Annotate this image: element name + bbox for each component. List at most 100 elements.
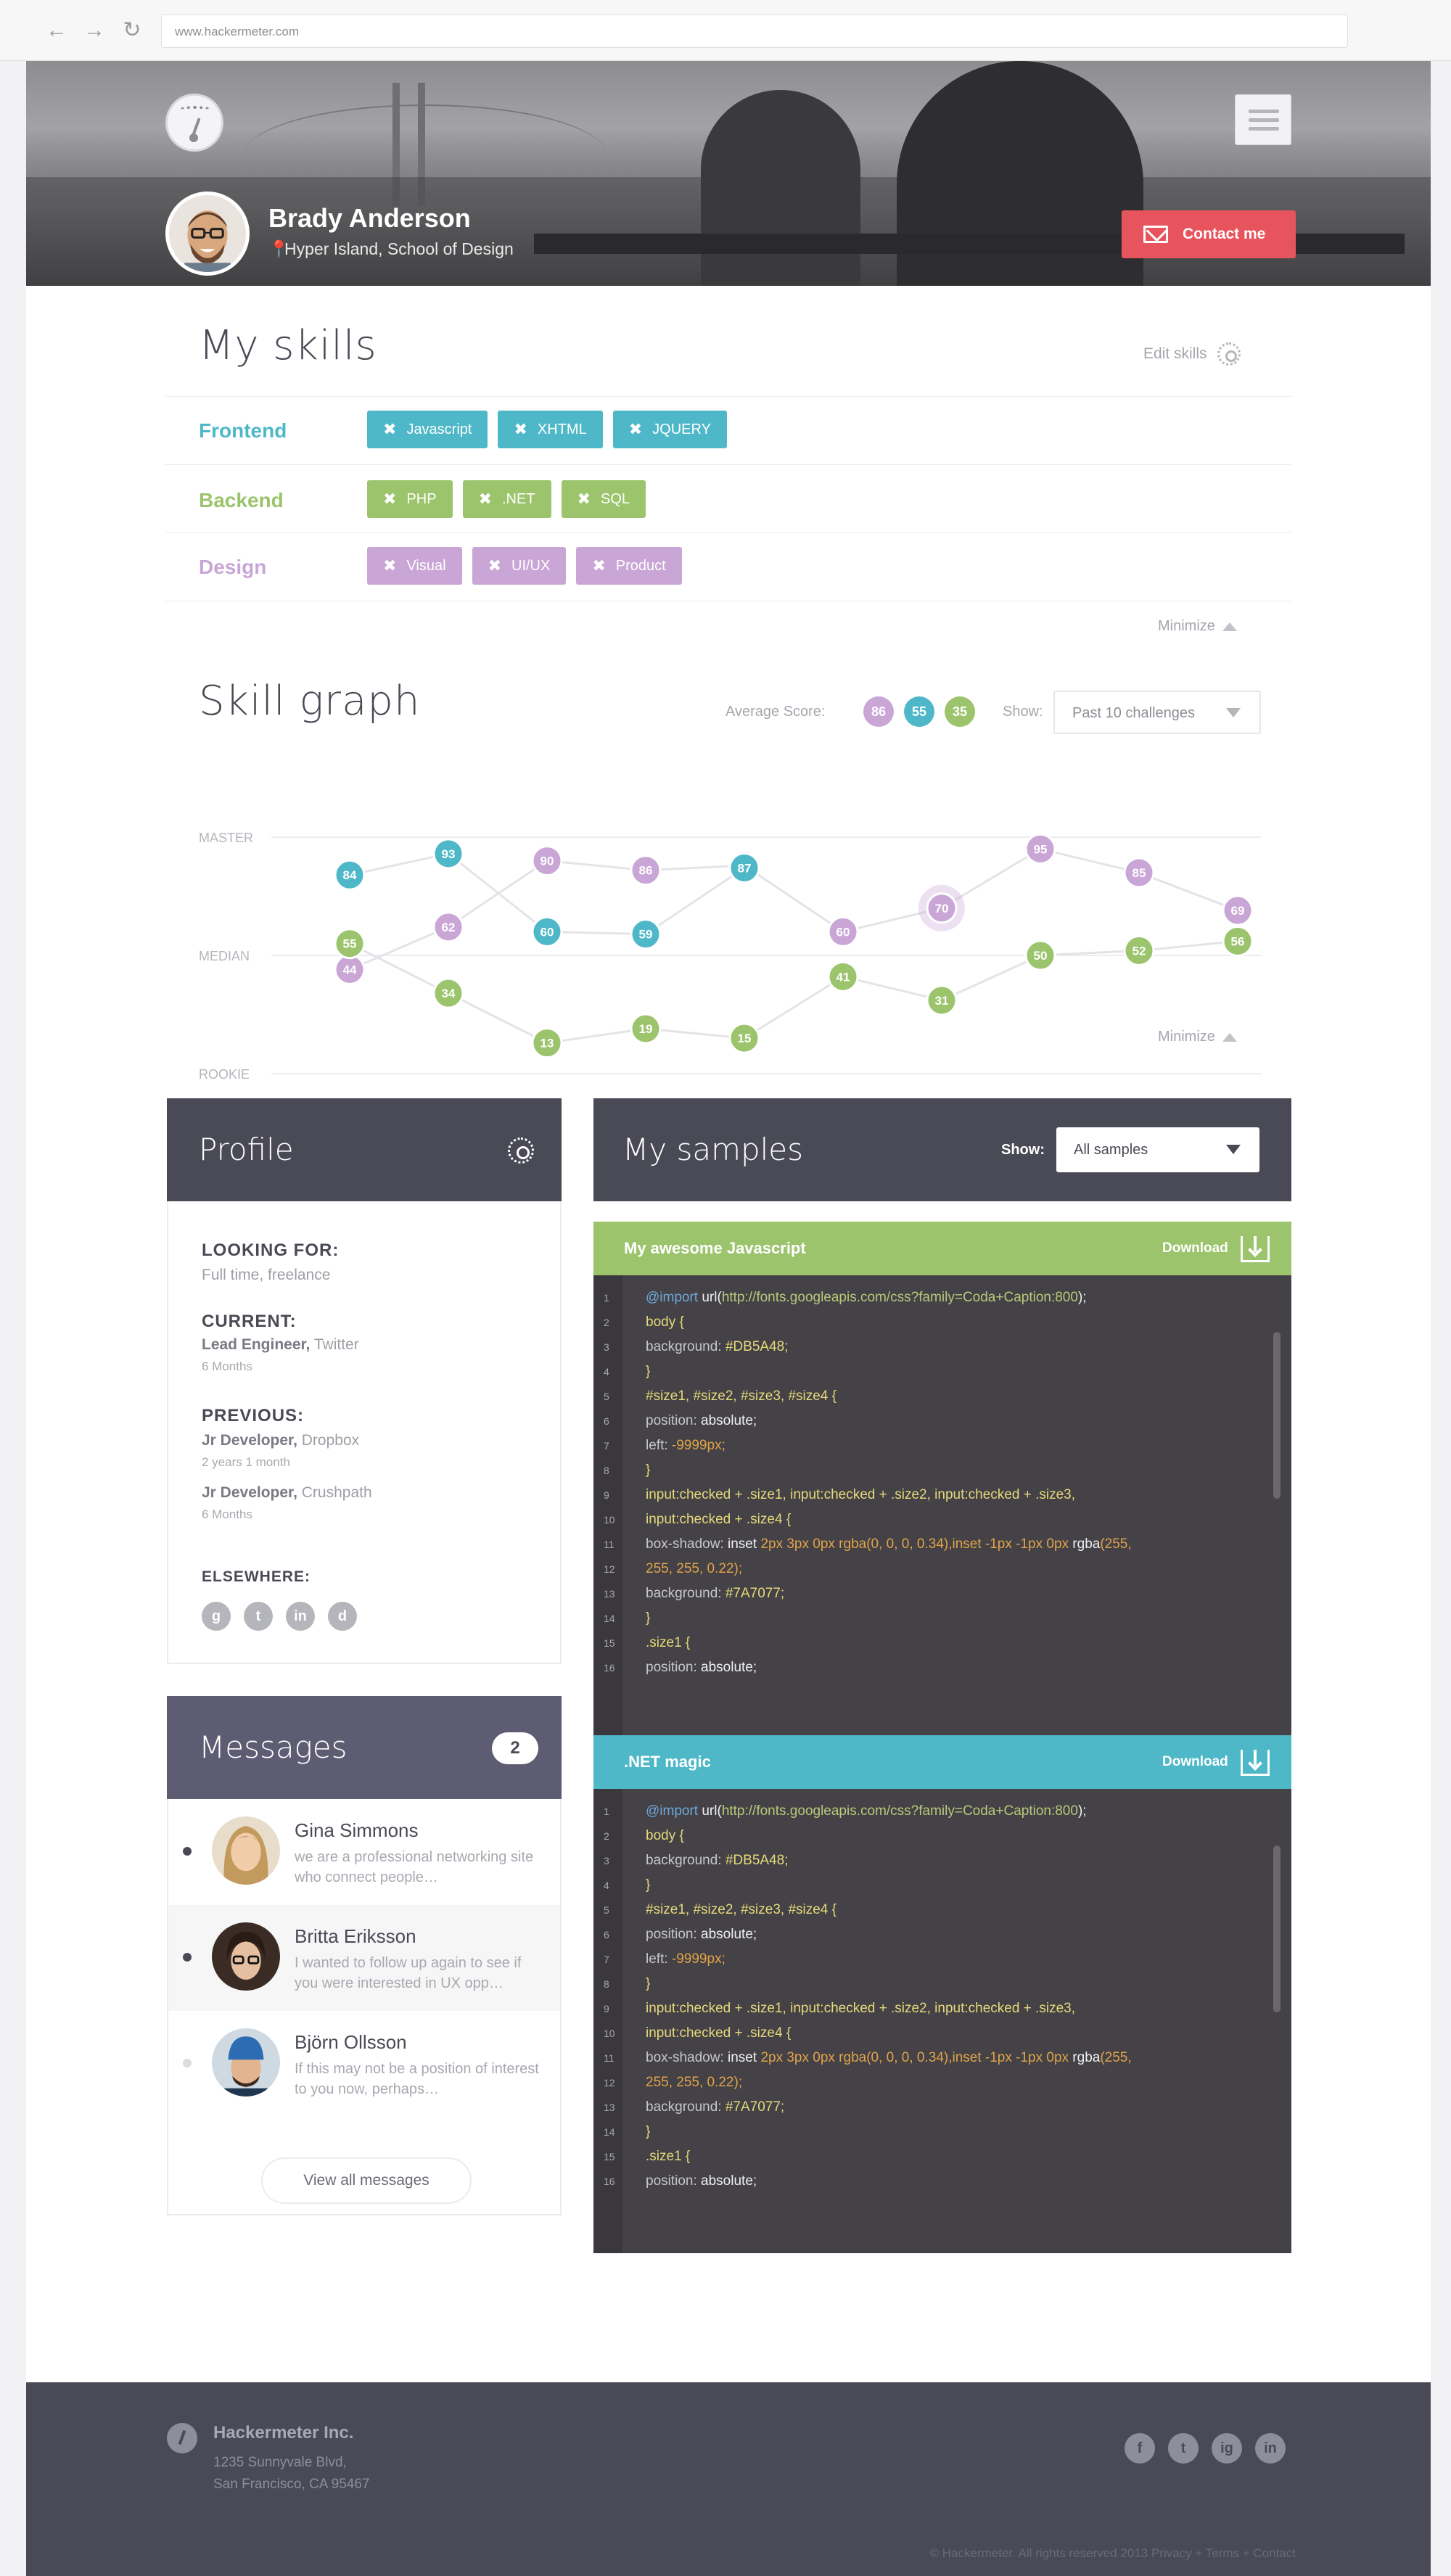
- view-all-messages-button[interactable]: View all messages: [261, 2157, 472, 2204]
- skill-tag[interactable]: ✖ PHP: [367, 480, 453, 518]
- message-item[interactable]: Björn Ollsson If this may not be a posit…: [168, 2011, 560, 2117]
- skill-tag[interactable]: ✖ XHTML: [498, 411, 603, 448]
- line-number: 6: [604, 1929, 609, 1941]
- graph-point[interactable]: 44: [334, 954, 366, 986]
- graph-point[interactable]: 84: [334, 859, 366, 891]
- scrollbar[interactable]: [1273, 1845, 1281, 2012]
- skill-category-design: Design: [199, 556, 267, 578]
- samples-filter-select[interactable]: All samples: [1056, 1127, 1259, 1172]
- skill-tag[interactable]: ✖ .NET: [462, 480, 551, 518]
- download-button[interactable]: Download: [1162, 1754, 1228, 1770]
- location-text: Hyper Island, School of Design: [284, 239, 514, 258]
- code-block[interactable]: 1 @import url(http://fonts.googleapis.com…: [593, 1789, 1291, 2253]
- graph-point[interactable]: 13: [531, 1027, 563, 1059]
- message-item[interactable]: Gina Simmons we are a professional netwo…: [168, 1799, 560, 1905]
- edit-skills-button[interactable]: Edit skills: [1143, 342, 1241, 366]
- message-item[interactable]: Britta Eriksson I wanted to follow up ag…: [168, 1905, 560, 2011]
- footer: Hackermeter Inc. 1235 Sunnyvale Blvd, Sa…: [26, 2382, 1431, 2576]
- skill-tag-label: UI/UX: [511, 557, 551, 574]
- dribbble-icon[interactable]: d: [328, 1602, 357, 1631]
- profile-card-header: Profile: [167, 1098, 562, 1201]
- download-icon[interactable]: [1241, 1750, 1270, 1776]
- graph-point[interactable]: 56: [1222, 925, 1254, 957]
- line-number: 2: [604, 1317, 609, 1328]
- twitter-icon[interactable]: t: [244, 1602, 273, 1631]
- back-icon[interactable]: ←: [45, 17, 68, 44]
- download-button[interactable]: Download: [1162, 1240, 1228, 1256]
- graph-point[interactable]: 55: [334, 928, 366, 960]
- skill-tag[interactable]: ✖ SQL: [561, 480, 646, 518]
- remove-icon[interactable]: ✖: [629, 420, 642, 439]
- graph-point[interactable]: 41: [827, 960, 859, 992]
- gear-icon[interactable]: [508, 1137, 534, 1164]
- scrollbar[interactable]: [1273, 1332, 1281, 1499]
- graph-point[interactable]: 15: [728, 1022, 760, 1054]
- remove-icon[interactable]: ✖: [514, 420, 527, 439]
- graph-point[interactable]: 50: [1024, 939, 1056, 971]
- minimize-graph-button[interactable]: Minimize: [1158, 1029, 1237, 1045]
- graph-point[interactable]: 87: [728, 852, 760, 884]
- graph-point[interactable]: 70: [918, 884, 965, 931]
- contact-me-button[interactable]: Contact me: [1122, 210, 1296, 258]
- download-icon[interactable]: [1241, 1236, 1270, 1262]
- graph-point[interactable]: 59: [630, 918, 662, 950]
- hackermeter-logo-icon[interactable]: [167, 2423, 197, 2453]
- remove-icon[interactable]: ✖: [577, 490, 591, 509]
- line-number: 15: [604, 2151, 615, 2163]
- graph-point[interactable]: 90: [531, 845, 563, 877]
- line-number: 5: [604, 1391, 609, 1402]
- code-block[interactable]: 1 @import url(http://fonts.googleapis.com…: [593, 1275, 1291, 1740]
- twitter-icon[interactable]: t: [1168, 2433, 1199, 2464]
- avatar[interactable]: [165, 192, 250, 276]
- address-bar[interactable]: www.hackermeter.com: [161, 15, 1348, 48]
- previous-role: Jr Developer,: [202, 1484, 297, 1501]
- skill-tag[interactable]: ✖ UI/UX: [472, 547, 567, 585]
- graph-point[interactable]: 86: [630, 855, 662, 886]
- forward-icon[interactable]: →: [83, 17, 106, 44]
- skill-tag[interactable]: ✖ Visual: [367, 547, 462, 585]
- remove-icon[interactable]: ✖: [488, 556, 501, 575]
- skill-tag[interactable]: ✖ Javascript: [367, 411, 488, 448]
- reload-icon[interactable]: ↻: [120, 17, 144, 44]
- line-number: 4: [604, 1366, 609, 1378]
- line-number: 13: [604, 2102, 615, 2113]
- unread-count-badge: 2: [492, 1732, 538, 1764]
- challenge-range-select[interactable]: Past 10 challenges: [1053, 691, 1261, 734]
- google-icon[interactable]: g: [202, 1602, 231, 1631]
- instagram-icon[interactable]: ig: [1212, 2433, 1242, 2464]
- linkedin-icon[interactable]: in: [1255, 2433, 1286, 2464]
- footer-social: f t ig in: [1125, 2433, 1286, 2464]
- linkedin-icon[interactable]: in: [286, 1602, 315, 1631]
- graph-point[interactable]: 62: [432, 911, 464, 943]
- footer-copyright[interactable]: © Hackermeter. All rights reserved 2013 …: [824, 2546, 1296, 2561]
- remove-icon[interactable]: ✖: [383, 490, 396, 509]
- remove-icon[interactable]: ✖: [383, 556, 396, 575]
- hamburger-menu-icon[interactable]: [1235, 94, 1291, 145]
- line-number: 16: [604, 1662, 615, 1674]
- show-label: Show:: [1003, 704, 1043, 720]
- remove-icon[interactable]: ✖: [479, 490, 492, 509]
- skill-tag[interactable]: ✖ Product: [576, 547, 682, 585]
- remove-icon[interactable]: ✖: [592, 556, 605, 575]
- code-line: input:checked + .size4 {: [646, 1512, 792, 1527]
- facebook-icon[interactable]: f: [1125, 2433, 1155, 2464]
- browser-toolbar: ← → ↻ www.hackermeter.com: [0, 0, 1451, 61]
- line-number: 12: [604, 2077, 615, 2089]
- remove-icon[interactable]: ✖: [383, 420, 396, 439]
- graph-point[interactable]: 85: [1123, 857, 1155, 889]
- graph-point[interactable]: 95: [1024, 833, 1056, 865]
- skill-tag[interactable]: ✖ JQUERY: [612, 411, 727, 448]
- avatar: [212, 1922, 280, 1991]
- graph-point[interactable]: 19: [630, 1013, 662, 1045]
- graph-point[interactable]: 34: [432, 977, 464, 1009]
- graph-point[interactable]: 69: [1222, 894, 1254, 926]
- line-number: 6: [604, 1415, 609, 1427]
- graph-point[interactable]: 93: [432, 838, 464, 870]
- minimize-skills-button[interactable]: Minimize: [1158, 618, 1237, 635]
- hackermeter-logo-icon[interactable]: [165, 94, 223, 152]
- graph-point[interactable]: 60: [827, 915, 859, 947]
- graph-point[interactable]: 60: [531, 915, 563, 947]
- graph-point[interactable]: 52: [1123, 934, 1155, 966]
- graph-point[interactable]: 31: [926, 984, 958, 1016]
- previous-job: Jr Developer, Crushpath: [202, 1484, 372, 1502]
